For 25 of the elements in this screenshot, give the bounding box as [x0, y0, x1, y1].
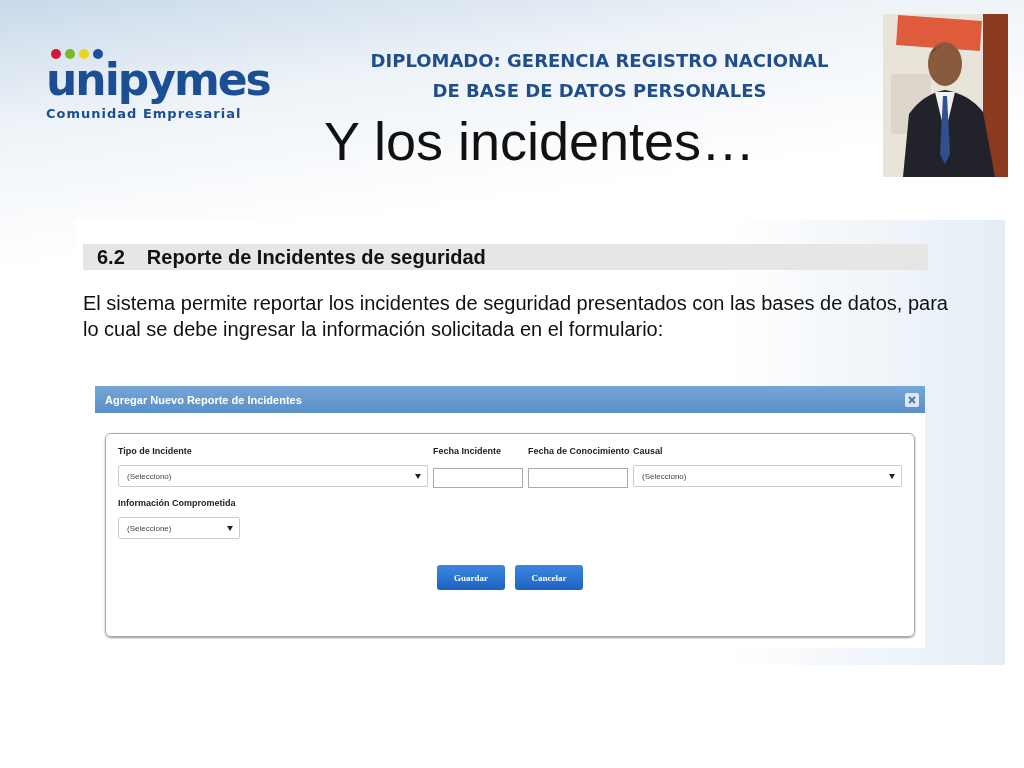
paragraph: El sistema permite reportar los incidentes de seguridad presentados con las bases de datos, para lo cual se debe ingresar la información solicitada en el formulario: [83, 291, 949, 342]
dropdown[interactable]: (Selecciono) [118, 465, 428, 487]
logo-tagline: Comunidad Empresarial [46, 106, 242, 121]
caret-icon [889, 473, 895, 479]
section-number: 6.2 [97, 245, 125, 269]
slide-title: Y los incidentes… [323, 110, 756, 172]
header-line: DE BASE DE DATOS PERSONALES [432, 79, 767, 103]
field-label: Causal [633, 446, 664, 458]
caret-icon [227, 525, 233, 531]
dots-icon [50, 48, 106, 60]
close-icon[interactable] [905, 392, 919, 407]
section-title: Reporte de Incidentes de seguridad [146, 245, 486, 269]
caret-icon [415, 473, 421, 479]
header-line: DIPLOMADO: GERENCIA REGISTRO NACIONAL [370, 49, 829, 73]
date-field[interactable] [433, 468, 523, 488]
form-button[interactable]: Guardar [437, 565, 505, 590]
field-label: Fecha Incidente [433, 446, 503, 458]
dialog-title: Agregar Nuevo Reporte de Incidentes [105, 393, 302, 406]
dropdown[interactable]: (Selecciono) [633, 465, 902, 487]
field-label: Tipo de Incidente [118, 446, 193, 458]
field-label: Información Comprometida [118, 498, 237, 510]
date-field[interactable] [528, 468, 628, 488]
field-label: Fecha de Conocimiento [528, 446, 628, 458]
dropdown[interactable]: (Seleccione) [118, 517, 240, 539]
form-button[interactable]: Cancelar [515, 565, 583, 590]
